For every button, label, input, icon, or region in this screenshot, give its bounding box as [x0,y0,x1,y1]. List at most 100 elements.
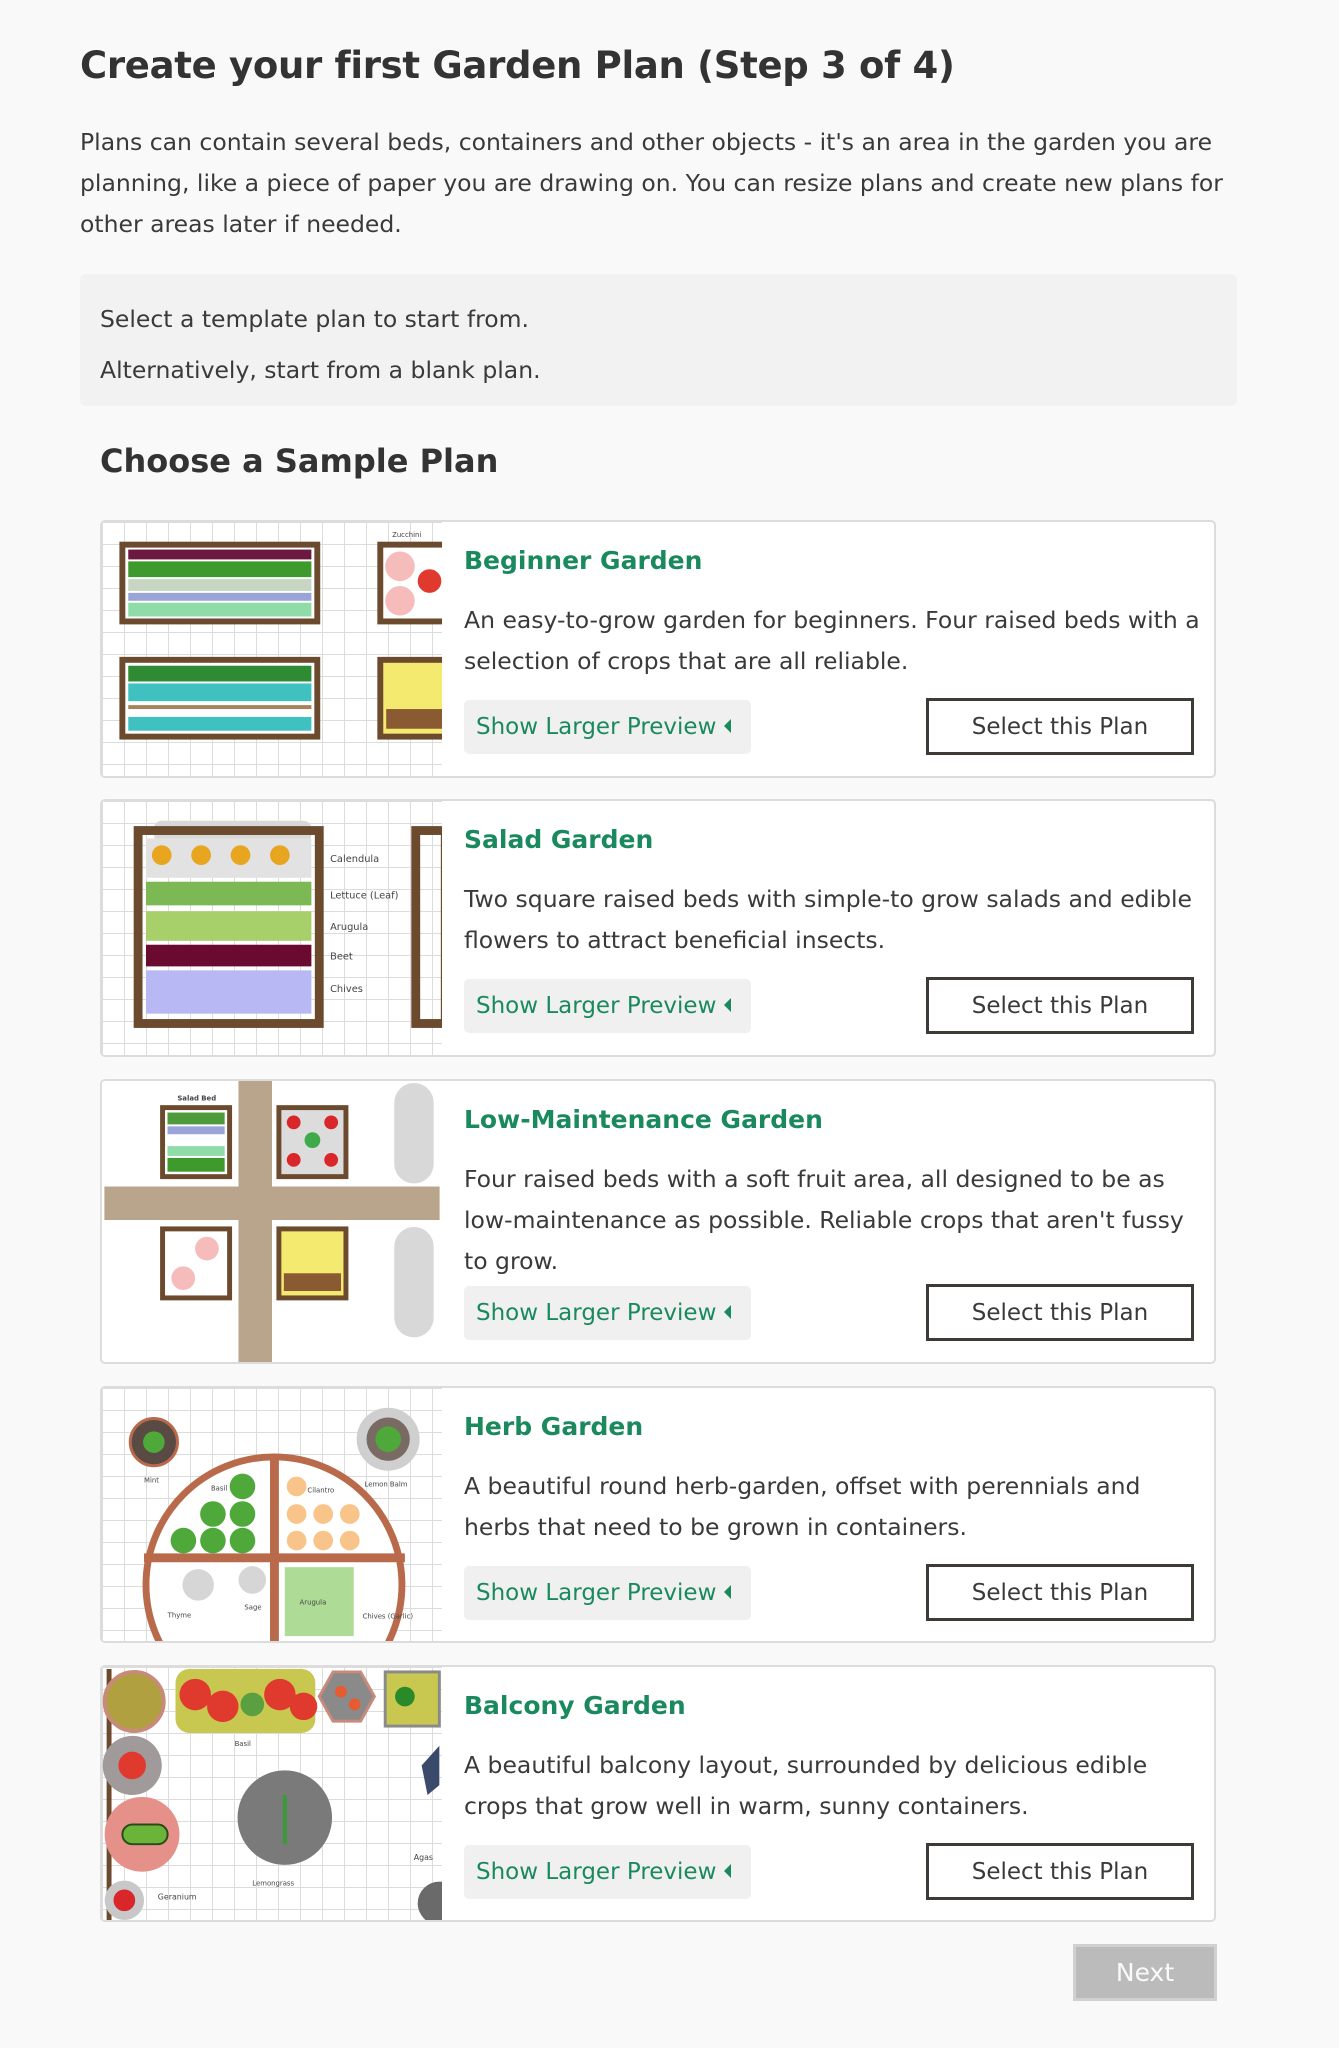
plan-card-low-maintenance: Salad Bed Low-Maintenance Garden Four ra… [100,1079,1216,1364]
beginner-plan-illustration: Zucchini [119,531,442,740]
crop-row [167,1157,225,1172]
plant-nasturtium [335,1685,347,1698]
thumb-label: Calendula [330,854,379,865]
plant-zucchini [121,1823,169,1846]
container-peppers [102,1669,166,1733]
plant-geranium [113,1889,136,1912]
crop-row [167,1112,225,1125]
plant-cilantro [286,1530,307,1551]
crop-row [283,1273,342,1292]
plant-strawberry [324,1152,339,1167]
plan-thumbnail-low-maintenance[interactable]: Salad Bed [102,1081,442,1362]
select-plan-button[interactable]: Select this Plan [926,1843,1194,1900]
plant-basil [200,1501,226,1527]
plan-thumbnail-salad[interactable]: Calendula Lettuce (Leaf) Arugula Beet Ch… [102,801,442,1055]
bench [421,1745,440,1795]
thumb-label: Thyme [167,1611,192,1619]
plant-calendula [270,845,290,865]
gravel-path [238,1081,272,1362]
info-line-blank: Alternatively, start from a blank plan. [100,356,541,384]
container-nasturtium [317,1670,377,1723]
plan-title: Salad Garden [464,825,654,854]
plant-basil [229,1527,256,1554]
raised-bed [160,1226,233,1301]
thumb-label: Mint [144,1477,159,1485]
show-larger-preview-button[interactable]: Show Larger Preview [464,1566,751,1620]
plant-calendula [230,845,251,865]
preview-label: Show Larger Preview [476,1859,717,1885]
low-maintenance-plan-illustration: Salad Bed [104,1081,440,1362]
caret-left-icon [724,718,732,733]
plan-thumbnail-beginner[interactable]: Zucchini [102,522,442,776]
thumb-label: Chives (Garlic) [363,1612,414,1620]
plan-card-balcony: Basil Lemongrass Geranium Agas Balcony G… [100,1665,1216,1922]
plan-thumbnail-balcony[interactable]: Basil Lemongrass Geranium Agas [102,1667,442,1920]
plant-zucchini [385,585,415,616]
plan-title: Herb Garden [464,1412,644,1441]
show-larger-preview-button[interactable]: Show Larger Preview [464,1286,751,1340]
plant-cilantro [286,1504,307,1524]
plant-cilantro [313,1530,334,1551]
crop-row [145,944,312,967]
plan-description: A beautiful balcony layout, surrounded b… [464,1751,1148,1820]
plant-strawberry [286,1115,301,1130]
container-agastache [417,1881,442,1920]
bed-divider [144,1553,405,1563]
plant-sage [238,1566,267,1594]
fruit-area [394,1082,434,1184]
plant-zucchini [171,1266,196,1291]
plant-calendula [151,845,172,865]
plant-zucchini [385,551,415,582]
gravel-path [104,1186,440,1221]
next-button[interactable]: Next [1073,1944,1217,2001]
plant-strawberry [286,1152,301,1167]
plan-card-salad: Calendula Lettuce (Leaf) Arugula Beet Ch… [100,799,1216,1057]
plan-title: Beginner Garden [464,546,703,575]
plan-description: Four raised beds with a soft fruit area,… [464,1165,1184,1275]
thumb-label: Salad Bed [177,1095,216,1103]
plant-sage [304,1132,321,1149]
plant-basil [170,1527,197,1554]
plant-pepper [395,1686,415,1707]
thumb-label: Chives [330,984,363,995]
info-line-template: Select a template plan to start from. [100,305,530,333]
plan-title: Low-Maintenance Garden [464,1105,823,1134]
show-larger-preview-button[interactable]: Show Larger Preview [464,979,751,1033]
thumb-label: Agas [414,1853,433,1862]
salad-plan-illustration: Calendula Lettuce (Leaf) Arugula Beet Ch… [133,820,442,1028]
crop-row [145,911,312,941]
plant-tomato [417,569,442,593]
thumb-label: Lettuce (Leaf) [330,890,398,901]
plan-description: An easy-to-grow garden for beginners. Fo… [464,606,1200,675]
select-plan-button[interactable]: Select this Plan [926,1564,1194,1621]
plant-basil [200,1527,226,1554]
balcony-plan-illustration: Basil Lemongrass Geranium Agas [102,1668,442,1920]
thumb-label: Lemongrass [252,1880,294,1888]
crop-row [128,665,312,682]
select-plan-button[interactable]: Select this Plan [926,977,1194,1034]
plan-thumbnail-herb[interactable]: Mint Lemon Balm Basil Cilantro Thyme Sag… [102,1388,442,1641]
caret-left-icon [724,1304,732,1319]
herb-plan-illustration: Mint Lemon Balm Basil Cilantro Thyme Sag… [128,1407,420,1641]
select-plan-button[interactable]: Select this Plan [926,698,1194,755]
plan-title: Balcony Garden [464,1691,686,1720]
crop-row [128,716,312,731]
section-title: Choose a Sample Plan [100,442,499,480]
show-larger-preview-button[interactable]: Show Larger Preview [464,1845,751,1899]
plan-description: A beautiful round herb-garden, offset wi… [464,1472,1141,1541]
select-plan-button[interactable]: Select this Plan [926,1284,1194,1341]
crop-row [167,1146,225,1156]
plant-strawberry [324,1115,339,1130]
plant-cilantro [339,1504,360,1524]
thumb-label: Geranium [158,1892,197,1901]
caret-left-icon [724,1584,732,1599]
plant-basil [229,1473,256,1500]
preview-label: Show Larger Preview [476,993,717,1019]
crop-row [128,683,312,702]
plant-tomato [289,1692,318,1721]
show-larger-preview-button[interactable]: Show Larger Preview [464,700,751,754]
caret-left-icon [724,997,732,1012]
plant-mint [143,1431,165,1453]
thumb-label: Beet [330,952,353,963]
crop-row [386,709,442,729]
